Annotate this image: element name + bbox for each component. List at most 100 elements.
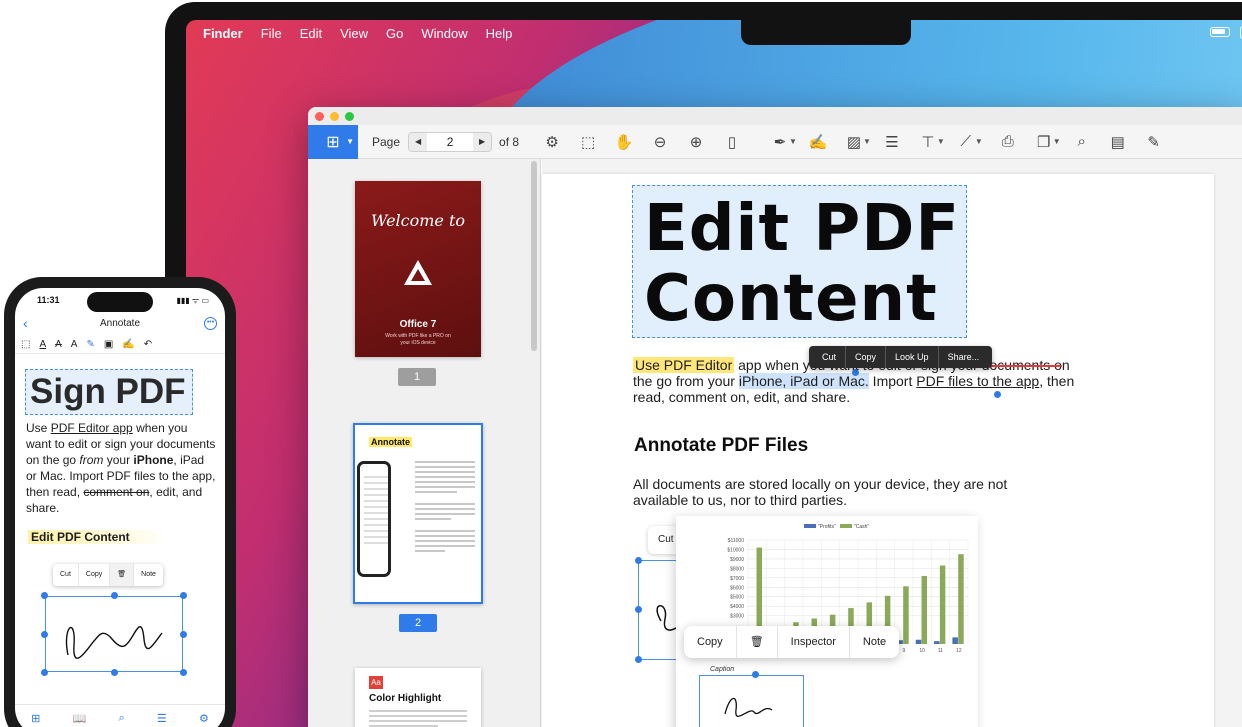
y-tick-label: $11000 (728, 538, 745, 544)
resize-handle[interactable] (41, 592, 48, 599)
select-icon[interactable]: ⬚ (573, 130, 603, 154)
thumb-title: Office 7 (399, 319, 437, 330)
menu-share[interactable]: Share... (939, 346, 989, 368)
hand-icon[interactable]: ✋ (609, 130, 639, 154)
list-icon[interactable]: ☰ (157, 712, 167, 725)
menu-cut[interactable]: Cut (813, 346, 847, 368)
resize-handle[interactable] (180, 669, 187, 676)
page-thumbnail-2[interactable]: Annotate (353, 423, 483, 604)
chevron-down-icon[interactable]: ▼ (1053, 137, 1061, 146)
resize-handle[interactable] (635, 606, 642, 613)
view-mode-button[interactable]: ⊞ ▼ (308, 124, 358, 159)
phone-annotation-toolbar: ⬚ A A A ✎ ▣ ✍ ↶ (15, 336, 225, 354)
chevron-down-icon[interactable]: ▼ (975, 137, 983, 146)
phone-paragraph[interactable]: Use PDF Editor app when you want to edit… (26, 420, 216, 516)
camera-notch (741, 20, 911, 45)
menu-note[interactable]: Note (850, 626, 899, 658)
phone-big-title[interactable]: Sign PDF (30, 370, 186, 414)
form-icon[interactable]: ✎ (1139, 130, 1169, 154)
document-icon[interactable]: ▤ (1103, 130, 1133, 154)
menu-file[interactable]: File (261, 26, 282, 41)
textbox-tool-icon[interactable]: ▣ (104, 339, 113, 350)
menu-go[interactable]: Go (386, 26, 403, 41)
select-tool-icon[interactable]: ⬚ (21, 339, 30, 350)
undo-icon[interactable]: ↶ (144, 339, 152, 350)
trash-icon[interactable]: 🗑 (110, 564, 135, 586)
more-icon[interactable]: ••• (204, 317, 217, 330)
resize-handle[interactable] (111, 669, 118, 676)
page-number-badge-2[interactable]: 2 (399, 614, 437, 632)
grid-icon[interactable]: ⊞ (31, 712, 40, 725)
chart-bar (921, 575, 928, 644)
dynamic-island (87, 292, 153, 312)
page-number-badge-1[interactable]: 1 (398, 368, 436, 386)
x-tick-label: 11 (938, 648, 943, 654)
minimize-window-button[interactable] (330, 112, 339, 121)
close-window-button[interactable] (315, 112, 324, 121)
menu-copy[interactable]: Copy (79, 564, 111, 586)
zoom-window-button[interactable] (345, 112, 354, 121)
menu-view[interactable]: View (340, 26, 368, 41)
signature-tool-icon[interactable]: ✍ (122, 339, 134, 350)
selected-text: iPhone, iPad or Mac. (738, 373, 869, 389)
note-icon[interactable]: ☰ (877, 130, 907, 154)
resize-handle[interactable] (635, 656, 642, 663)
chevron-down-icon[interactable]: ▼ (789, 137, 797, 146)
gear-icon[interactable]: ⚙ (199, 712, 209, 725)
page-title[interactable]: Edit PDF Content (644, 194, 960, 334)
resize-handle[interactable] (41, 631, 48, 638)
resize-handle[interactable] (111, 592, 118, 599)
chart-bar (934, 641, 940, 644)
zoom-out-icon[interactable]: ⊖ (645, 130, 675, 154)
signature-icon[interactable]: ✍ (803, 130, 833, 154)
selection-handle-start[interactable] (852, 369, 859, 376)
chevron-down-icon[interactable]: ▼ (863, 137, 871, 146)
signature-annotation-2[interactable] (699, 675, 804, 727)
resize-handle[interactable] (41, 669, 48, 676)
paragraph-text: your (103, 453, 134, 467)
text-tool-icon[interactable]: A (71, 339, 78, 350)
resize-handle[interactable] (180, 631, 187, 638)
menubar-app[interactable]: Finder (203, 26, 243, 41)
book-icon[interactable]: 📖 (73, 712, 87, 725)
sidebar-scrollbar[interactable] (531, 161, 537, 351)
menu-help[interactable]: Help (486, 26, 513, 41)
search-icon[interactable]: ⌕ (1067, 130, 1097, 154)
trash-icon[interactable]: 🗑 (737, 626, 778, 658)
y-tick-label: $7000 (730, 576, 744, 582)
menu-edit[interactable]: Edit (300, 26, 322, 41)
next-page-button[interactable]: ▶ (473, 132, 492, 151)
menu-copy[interactable]: Copy (684, 626, 737, 658)
prev-page-button[interactable]: ◀ (409, 132, 428, 151)
chevron-down-icon[interactable]: ▼ (937, 137, 945, 146)
battery-icon[interactable] (1210, 27, 1230, 37)
page-number-field[interactable]: 2 (427, 135, 473, 149)
settings-icon[interactable]: ⚙ (537, 130, 567, 154)
menu-copy[interactable]: Copy (846, 346, 887, 368)
menu-inspector[interactable]: Inspector (778, 626, 850, 658)
menu-cut[interactable]: Cut (53, 564, 79, 586)
page-thumbnail-3[interactable]: Aa Color Highlight (355, 668, 481, 727)
menu-note[interactable]: Note (134, 564, 163, 586)
highlighted-text: Use PDF Editor (633, 357, 735, 373)
menu-look-up[interactable]: Look Up (886, 346, 939, 368)
pencil-tool-icon[interactable]: ✎ (86, 339, 94, 350)
resize-handle[interactable] (180, 592, 187, 599)
menu-window[interactable]: Window (421, 26, 467, 41)
thumb-subtitle: Work with PDF like a PRO on your iOS dev… (385, 333, 451, 346)
print-icon[interactable]: ⎙ (993, 130, 1023, 154)
phone-edit-label[interactable]: Edit PDF Content (28, 530, 168, 544)
zoom-in-icon[interactable]: ⊕ (681, 130, 711, 154)
phone-time: 11:31 (37, 295, 60, 305)
page-thumbnail-1[interactable]: Welcome to Office 7 Work with PDF like a… (355, 181, 481, 357)
phone-signature-box[interactable] (45, 596, 183, 672)
sidebar-icon[interactable]: ▯ (717, 130, 747, 154)
resize-handle[interactable] (635, 557, 642, 564)
phone-nav-title[interactable]: Annotate (15, 318, 225, 329)
drive-logo-icon (404, 260, 432, 285)
resize-handle[interactable] (752, 671, 759, 678)
text-tool-icon[interactable]: A (39, 339, 46, 350)
text-strike-tool-icon[interactable]: A (55, 339, 62, 350)
search-icon[interactable]: ⌕ (118, 712, 124, 725)
selection-handle-end[interactable] (994, 391, 1001, 398)
